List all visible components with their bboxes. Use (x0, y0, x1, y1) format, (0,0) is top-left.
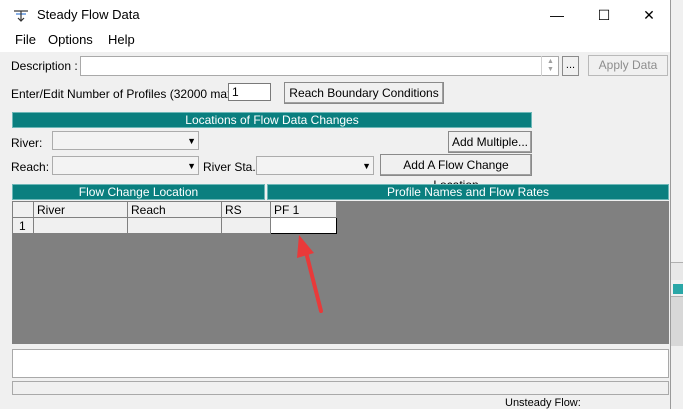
column-pf1: PF 1 (270, 201, 337, 218)
background-window (670, 0, 683, 409)
apply-data-button[interactable]: Apply Data (588, 55, 668, 76)
window-title: Steady Flow Data (37, 7, 140, 22)
flow-data-grid: River Reach RS PF 1 1 (12, 201, 337, 234)
menu-options[interactable]: Options (48, 32, 93, 47)
chevron-down-icon: ▼ (362, 161, 371, 171)
description-browse-button[interactable]: ... (562, 56, 579, 76)
grid-header-row: River Reach RS PF 1 (12, 201, 337, 218)
river-station-label: River Sta.: (203, 160, 260, 174)
cell-river[interactable] (33, 217, 128, 234)
column-rs: RS (221, 201, 271, 218)
reach-select[interactable]: ▼ (52, 156, 199, 175)
background-unsteady-label: Unsteady Flow: (505, 397, 581, 409)
column-river: River (33, 201, 128, 218)
status-bar (12, 381, 669, 395)
app-icon (14, 10, 28, 22)
minimize-button[interactable]: — (534, 0, 580, 30)
river-station-select[interactable]: ▼ (256, 156, 374, 175)
river-select[interactable]: ▼ (52, 131, 199, 150)
steady-flow-window: Steady Flow Data — ☐ ✕ File Options Help… (0, 0, 671, 409)
cell-rs[interactable] (221, 217, 271, 234)
menu-file[interactable]: File (15, 32, 36, 47)
chevron-down-icon: ▼ (187, 161, 196, 171)
grid-corner (12, 201, 34, 218)
background-teal-icon (673, 284, 683, 294)
background-panel (671, 262, 683, 280)
profile-names-header: Profile Names and Flow Rates (267, 184, 669, 200)
river-label: River: (11, 136, 43, 150)
reach-boundary-conditions-button[interactable]: Reach Boundary Conditions ... (284, 82, 444, 120)
table-row: 1 (12, 217, 337, 234)
flow-change-location-header: Flow Change Location (12, 184, 265, 200)
reach-label: Reach: (11, 160, 50, 174)
row-number: 1 (12, 217, 34, 234)
add-multiple-button[interactable]: Add Multiple... (448, 131, 532, 153)
description-scroll[interactable]: ▲ ▼ (541, 56, 559, 76)
profiles-count-input[interactable]: 1 (228, 83, 271, 101)
chevron-down-icon: ▼ (187, 136, 196, 146)
add-flow-change-location-button[interactable]: Add A Flow Change Location (380, 154, 532, 192)
cell-pf1[interactable] (270, 217, 337, 234)
close-button[interactable]: ✕ (626, 0, 672, 30)
menu-bar (0, 30, 670, 52)
menu-help[interactable]: Help (108, 32, 135, 47)
column-reach: Reach (127, 201, 222, 218)
locations-header: Locations of Flow Data Changes (12, 112, 532, 128)
profiles-label: Enter/Edit Number of Profiles (32000 max… (11, 87, 241, 101)
description-label: Description : (11, 59, 78, 73)
scroll-down-icon[interactable]: ▼ (547, 66, 554, 74)
message-box (12, 349, 669, 378)
cell-reach[interactable] (127, 217, 222, 234)
description-input[interactable] (80, 56, 559, 76)
scroll-up-icon[interactable]: ▲ (547, 58, 554, 66)
maximize-button[interactable]: ☐ (581, 0, 627, 30)
background-panel-2 (671, 296, 683, 346)
